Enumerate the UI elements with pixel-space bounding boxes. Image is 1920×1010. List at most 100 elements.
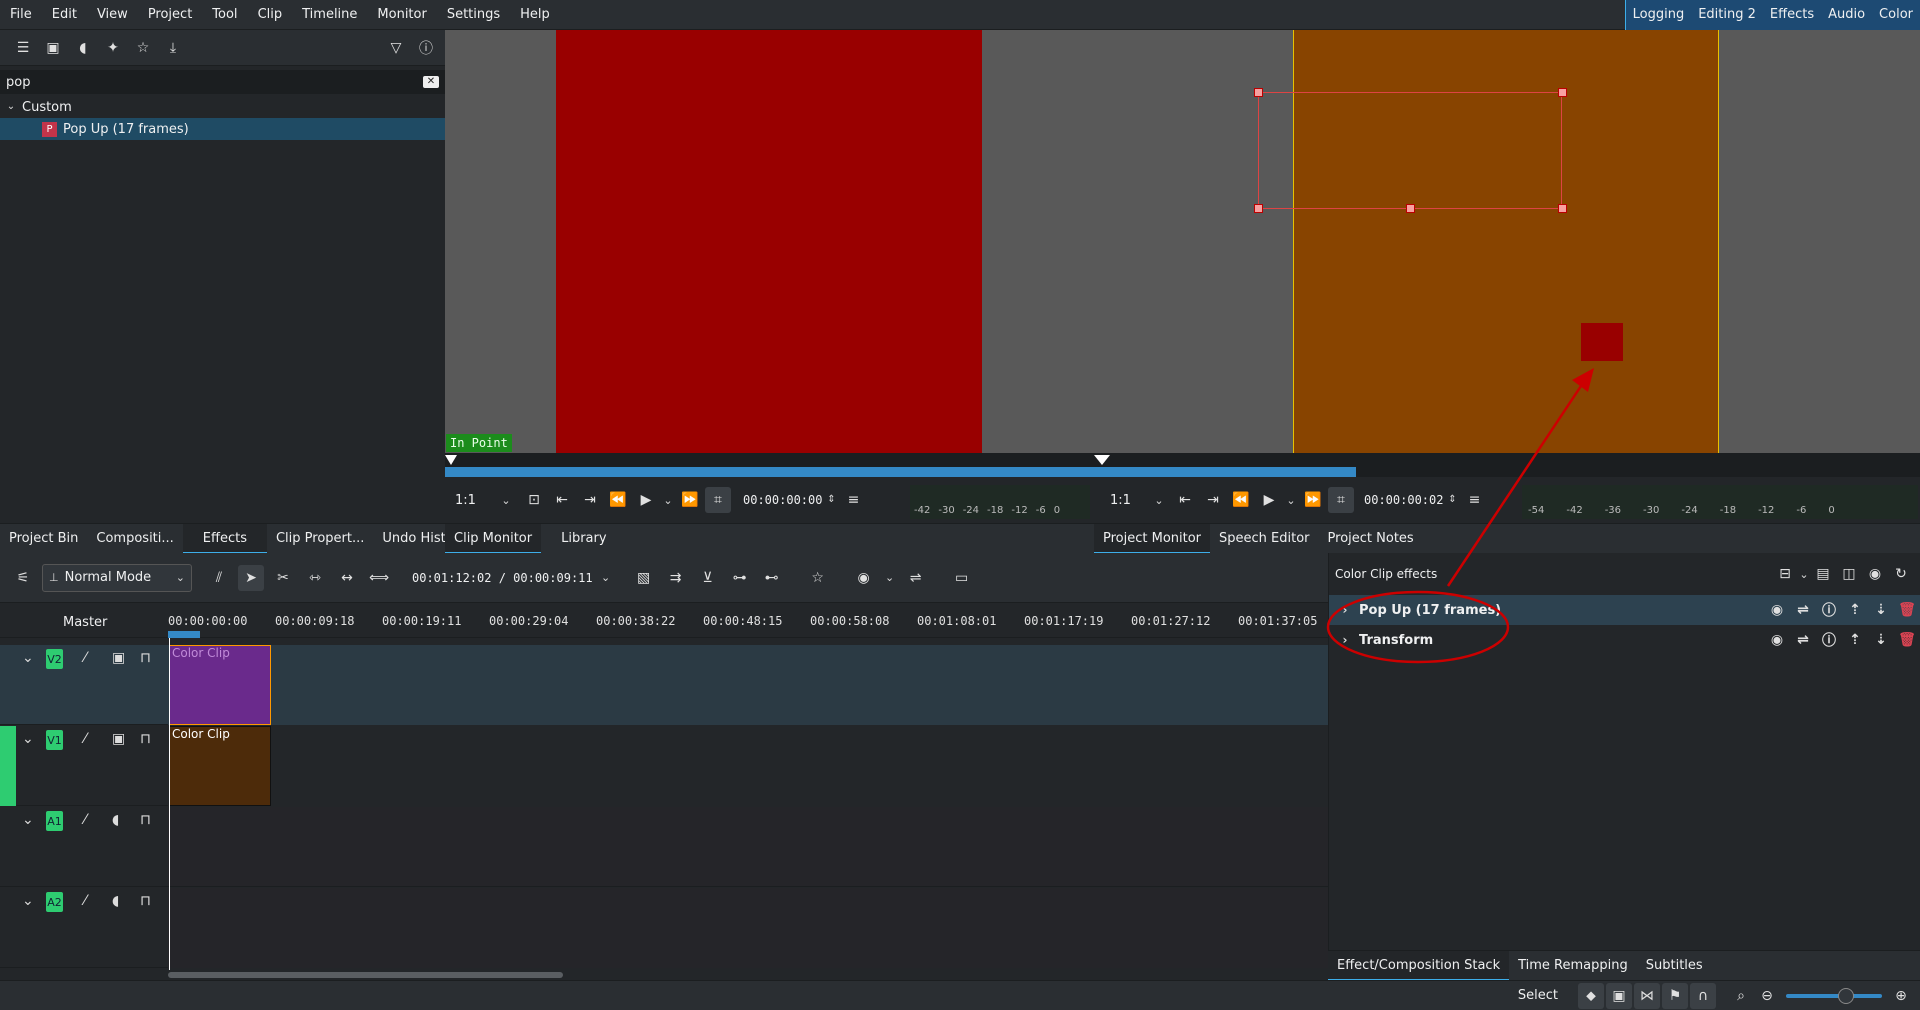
- lock-icon[interactable]: ⊓: [140, 813, 151, 827]
- custom-effects-icon[interactable]: ✦: [100, 35, 126, 61]
- menu-edit[interactable]: Edit: [42, 0, 87, 30]
- info-icon[interactable]: ⓘ: [413, 35, 439, 61]
- menu-icon[interactable]: ≡: [840, 487, 866, 513]
- record-icon[interactable]: ◉: [851, 565, 877, 591]
- menu-settings[interactable]: Settings: [437, 0, 510, 30]
- clip-v1[interactable]: Color Clip: [169, 726, 271, 806]
- tag-icon[interactable]: ⬥: [1578, 982, 1604, 1009]
- timeline-settings-icon[interactable]: ⚟: [10, 565, 36, 591]
- visibility-icon[interactable]: ◉: [1862, 561, 1888, 587]
- set-in-icon[interactable]: ⇤: [549, 487, 575, 513]
- download-icon[interactable]: ⤓: [160, 35, 186, 61]
- menu-file[interactable]: File: [0, 0, 42, 30]
- menu-project[interactable]: Project: [138, 0, 202, 30]
- tab-project-bin[interactable]: Project Bin: [0, 524, 87, 554]
- move-up-icon[interactable]: ⇡: [1842, 597, 1868, 623]
- track-lane-v1[interactable]: Color Clip: [168, 726, 1328, 806]
- favorite-icon[interactable]: ☆: [130, 35, 156, 61]
- chevron-down-icon[interactable]: ⌄: [493, 495, 519, 506]
- spacer-tool-icon[interactable]: ⫽: [206, 565, 232, 591]
- forward-icon[interactable]: ⏩: [1300, 487, 1326, 513]
- chevron-down-icon[interactable]: ⌄: [1148, 495, 1170, 506]
- collapse-icon[interactable]: ⌄: [22, 894, 34, 908]
- overwrite-clip-icon[interactable]: ⊻: [695, 565, 721, 591]
- project-zoom-select[interactable]: 1:1: [1110, 493, 1146, 508]
- clip-zoom-select[interactable]: 1:1: [455, 493, 491, 508]
- resize-handle[interactable]: [1558, 88, 1567, 97]
- tab-effect-stack[interactable]: Effect/Composition Stack: [1328, 950, 1510, 981]
- split-compare-icon[interactable]: ◫: [1836, 561, 1862, 587]
- keyframe-icon[interactable]: ⇌: [1790, 627, 1816, 653]
- effects-search-input[interactable]: [6, 74, 423, 90]
- hide-video-icon[interactable]: ▣: [112, 651, 125, 665]
- audio-thumb-icon[interactable]: ⋈: [1634, 982, 1660, 1009]
- info-icon[interactable]: ⓘ: [1816, 627, 1842, 653]
- track-header-a2[interactable]: ⌄ A2 ⁄ ◖ ⊓: [0, 888, 168, 968]
- info-icon[interactable]: ⓘ: [1816, 597, 1842, 623]
- timeline-scrollbar[interactable]: [168, 972, 563, 978]
- menu-view[interactable]: View: [87, 0, 138, 30]
- track-lane-a2[interactable]: [168, 888, 1328, 968]
- zoom-slider-handle[interactable]: [1838, 987, 1854, 1004]
- rewind-icon[interactable]: ⏪: [1228, 487, 1254, 513]
- ripple-tool-icon[interactable]: ↔: [334, 565, 360, 591]
- snap-icon[interactable]: ∩: [1690, 982, 1716, 1009]
- menu-timeline[interactable]: Timeline: [292, 0, 367, 30]
- effects-wand-icon[interactable]: ⁄: [84, 813, 86, 827]
- layout-effects[interactable]: Effects: [1763, 0, 1821, 30]
- slip-tool-icon[interactable]: ⇿: [302, 565, 328, 591]
- set-out-icon[interactable]: ⇥: [577, 487, 603, 513]
- compare-icon[interactable]: ⊟: [1772, 561, 1798, 587]
- project-monitor-ruler[interactable]: [1094, 453, 1920, 477]
- crop-icon[interactable]: ⌗: [1328, 487, 1354, 513]
- save-effect-icon[interactable]: ⇣: [1868, 597, 1894, 623]
- move-up-icon[interactable]: ⇡: [1842, 627, 1868, 653]
- effects-category[interactable]: ⌄ Custom: [0, 96, 445, 118]
- track-header-v2[interactable]: ⌄ V2 ⁄ ▣ ⊓: [0, 645, 168, 725]
- effect-item-popup[interactable]: P Pop Up (17 frames): [0, 118, 445, 140]
- lock-icon[interactable]: ⊓: [140, 732, 151, 746]
- clip-playhead-icon[interactable]: [445, 455, 457, 465]
- crop-icon[interactable]: ⌗: [705, 487, 731, 513]
- mixer-icon[interactable]: ⇌: [903, 565, 929, 591]
- zoom-fit-icon[interactable]: ⌕: [1728, 983, 1754, 1009]
- project-monitor-view[interactable]: [1094, 30, 1920, 454]
- timecode-spin-icon[interactable]: ⇕: [1445, 495, 1459, 505]
- save-stack-icon[interactable]: ▤: [1810, 561, 1836, 587]
- track-lane-a1[interactable]: [168, 807, 1328, 887]
- thumbnail-icon[interactable]: ▣: [1606, 982, 1632, 1009]
- tab-library[interactable]: Library: [541, 524, 626, 554]
- timeline-timecode[interactable]: 00:01:12:02 / 00:00:09:11: [412, 571, 593, 585]
- track-header-a1[interactable]: ⌄ A1 ⁄ ◖ ⊓: [0, 807, 168, 887]
- tab-effects[interactable]: Effects: [182, 523, 267, 554]
- menu-icon[interactable]: ≡: [1461, 487, 1487, 513]
- favorite-icon[interactable]: ☆: [805, 565, 831, 591]
- hide-video-icon[interactable]: ▣: [112, 732, 125, 746]
- timeline-ruler[interactable]: Master 00:00:00:00 00:00:09:18 00:00:19:…: [0, 603, 1328, 638]
- effects-wand-icon[interactable]: ⁄: [84, 894, 86, 908]
- effects-wand-icon[interactable]: ⁄: [84, 732, 86, 746]
- transform-box[interactable]: [1254, 88, 1567, 213]
- clear-search-icon[interactable]: ✕: [423, 76, 439, 88]
- layout-color[interactable]: Color: [1872, 0, 1920, 30]
- collapse-icon[interactable]: ⌄: [22, 651, 34, 665]
- rewind-icon[interactable]: ⏪: [605, 487, 631, 513]
- tab-project-monitor[interactable]: Project Monitor: [1094, 523, 1211, 554]
- select-tool-icon[interactable]: ➤: [238, 564, 264, 591]
- timeline-playhead[interactable]: [169, 638, 170, 970]
- play-icon[interactable]: ▶: [1256, 487, 1282, 513]
- list-icon[interactable]: ☰: [10, 35, 36, 61]
- chevron-right-icon[interactable]: ›: [1339, 634, 1351, 646]
- tab-clip-properties[interactable]: Clip Propert...: [267, 524, 373, 554]
- forward-icon[interactable]: ⏩: [677, 487, 703, 513]
- mute-audio-icon[interactable]: ◖: [112, 894, 119, 908]
- eye-icon[interactable]: ◉: [1764, 597, 1790, 623]
- tab-compositions[interactable]: Compositi...: [87, 524, 182, 554]
- zoom-out-icon[interactable]: ⊖: [1754, 983, 1780, 1009]
- tab-subtitles[interactable]: Subtitles: [1637, 951, 1712, 981]
- set-out-icon[interactable]: ⇥: [1200, 487, 1226, 513]
- tab-project-notes[interactable]: Project Notes: [1319, 524, 1423, 554]
- resize-handle[interactable]: [1558, 204, 1567, 213]
- layout-audio[interactable]: Audio: [1821, 0, 1872, 30]
- reset-icon[interactable]: ↻: [1888, 561, 1914, 587]
